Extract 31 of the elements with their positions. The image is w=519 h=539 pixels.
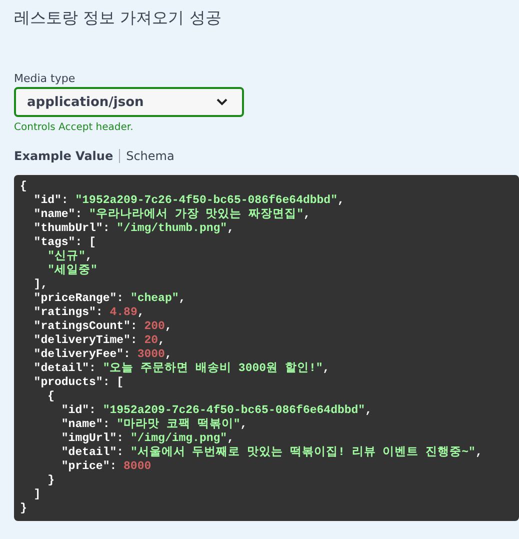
code-line: {	[20, 180, 28, 194]
code-line: "price": 8000	[60, 460, 152, 474]
code-line: "ratingsCount": 200,	[32, 320, 173, 334]
response-description: 레스토랑 정보 가져오기 성공	[14, 7, 222, 29]
media-type-select[interactable]: application/json	[14, 87, 244, 117]
code-line: "tags": [	[32, 236, 97, 250]
code-line: "thumbUrl": "/img/thumb.png",	[32, 222, 235, 236]
tab[interactable]: Schema	[126, 149, 180, 163]
code-line: "deliveryFee": 3000,	[32, 348, 173, 362]
chevron-down-icon	[216, 98, 228, 106]
code-line: "name": "우라나라에서 가장 맛있는 짜장면집",	[32, 208, 312, 222]
code-line: "ratings": 4.89,	[32, 306, 146, 320]
media-type-label: Media type	[14, 72, 76, 85]
code-line: "imgUrl": "/img/img.png",	[60, 432, 235, 446]
code-line: {	[46, 390, 56, 404]
code-line: "deliveryTime": 20,	[32, 334, 166, 348]
tab[interactable]: Example Value	[14, 149, 120, 163]
code-line: ]	[32, 488, 42, 502]
code-line: ],	[32, 278, 49, 292]
code-line: }	[46, 474, 56, 488]
code-line: "name": "마라맛 코팩 떡볶이",	[60, 418, 248, 432]
code-line: "products": [	[32, 376, 125, 390]
code-line: "신규",	[46, 250, 94, 264]
code-line: "detail": "오늘 주문하면 배송비 3000원 할인!",	[32, 362, 331, 376]
code-line: "id": "1952a209-7c26-4f50-bc65-086f6e64dbbd",	[32, 194, 346, 208]
code-line: "priceRange": "cheap",	[32, 292, 187, 306]
code-line: "세일중"	[46, 264, 98, 278]
code-line: }	[20, 502, 28, 516]
code-line: "id": "1952a209-7c26-4f50-bc65-086f6e64dbbd",	[60, 404, 373, 418]
code-line: "detail": "서울에서 두번째로 맛있는 떡볶이집! 리뷰 이벤트 진행중~",	[60, 446, 484, 460]
media-type-hint: Controls Accept header.	[14, 122, 134, 133]
